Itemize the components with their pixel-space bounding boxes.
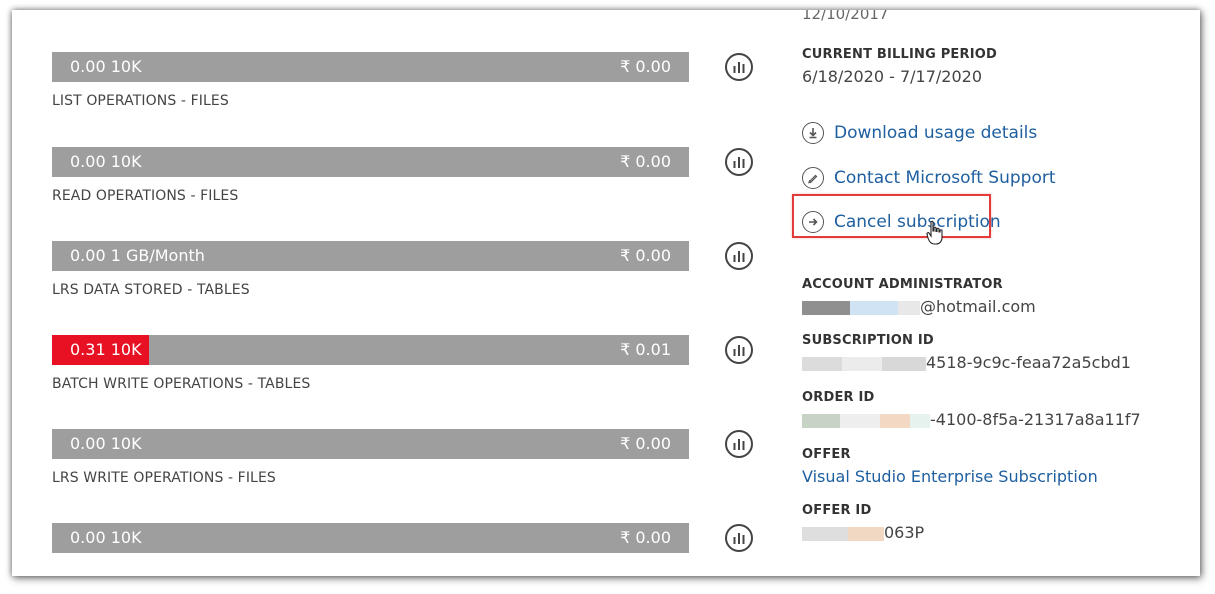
usage-cost: ₹ 0.00 xyxy=(620,152,671,171)
usage-row: 0.00 10K ₹ 0.00 LIST OPERATIONS - FILES xyxy=(52,52,772,122)
order-id-label: ORDER ID xyxy=(802,390,875,405)
subscription-id-label: SUBSCRIPTION ID xyxy=(802,333,934,348)
usage-row: 0.31 10K ₹ 0.01 BATCH WRITE OPERATIONS -… xyxy=(52,335,772,405)
usage-row: 0.00 10K ₹ 0.00 READ OPERATIONS - FILES xyxy=(52,147,772,217)
bar-chart-icon[interactable] xyxy=(725,336,753,364)
bar-chart-icon[interactable] xyxy=(725,242,753,270)
offer-id-label: OFFER ID xyxy=(802,503,872,518)
contact-support-label[interactable]: Contact Microsoft Support xyxy=(834,166,1056,190)
usage-amount: 0.31 10K xyxy=(70,340,142,359)
usage-amount: 0.00 10K xyxy=(70,528,142,547)
redaction-block xyxy=(802,356,842,371)
redaction-block xyxy=(802,300,850,315)
usage-list: 0.00 10K ₹ 0.00 LIST OPERATIONS - FILES … xyxy=(12,10,772,576)
usage-amount: 0.00 10K xyxy=(70,57,142,76)
account-admin-visible: @hotmail.com xyxy=(920,297,1036,316)
bar-chart-icon[interactable] xyxy=(725,524,753,552)
usage-amount: 0.00 10K xyxy=(70,152,142,171)
order-id-value: -4100-8f5a-21317a8a11f7 xyxy=(802,410,1141,429)
redaction-block xyxy=(850,300,898,315)
usage-label: LRS WRITE OPERATIONS - FILES xyxy=(52,470,276,486)
top-partial-date: 12/10/2017 xyxy=(802,10,889,23)
redaction-block xyxy=(882,356,926,371)
redaction-block xyxy=(842,356,882,371)
bar-chart-icon[interactable] xyxy=(725,53,753,81)
account-admin-value: @hotmail.com xyxy=(802,297,1036,316)
download-usage-label[interactable]: Download usage details xyxy=(834,121,1037,145)
offer-label: OFFER xyxy=(802,447,851,462)
subscription-id-visible: 4518-9c9c-feaa72a5cbd1 xyxy=(926,353,1131,372)
usage-bar: 0.00 10K ₹ 0.00 xyxy=(52,147,689,177)
usage-row: 0.00 10K ₹ 0.00 LRS WRITE OPERATIONS - F… xyxy=(52,429,772,499)
bar-chart-icon[interactable] xyxy=(725,148,753,176)
redaction-block xyxy=(848,526,884,541)
usage-row: 0.00 10K ₹ 0.00 xyxy=(52,523,772,576)
billing-period-label: CURRENT BILLING PERIOD xyxy=(802,47,997,62)
usage-cost: ₹ 0.00 xyxy=(620,246,671,265)
usage-bar: 0.31 10K ₹ 0.01 xyxy=(52,335,689,365)
pencil-icon xyxy=(802,167,824,189)
redaction-block xyxy=(880,413,910,428)
usage-label: READ OPERATIONS - FILES xyxy=(52,188,239,204)
hand-pointer-icon xyxy=(926,220,943,245)
subscription-details: 12/10/2017 CURRENT BILLING PERIOD 6/18/2… xyxy=(792,10,1192,576)
order-id-visible: -4100-8f5a-21317a8a11f7 xyxy=(930,410,1141,429)
billing-period-value: 6/18/2020 - 7/17/2020 xyxy=(802,67,983,86)
usage-label: LIST OPERATIONS - FILES xyxy=(52,93,229,109)
cancel-highlight-box xyxy=(792,194,991,238)
usage-bar: 0.00 1 GB/Month ₹ 0.00 xyxy=(52,241,689,271)
bar-chart-icon[interactable] xyxy=(725,430,753,458)
usage-bar: 0.00 10K ₹ 0.00 xyxy=(52,429,689,459)
usage-amount: 0.00 1 GB/Month xyxy=(70,246,205,265)
redaction-block xyxy=(840,413,880,428)
usage-cost: ₹ 0.00 xyxy=(620,57,671,76)
redaction-block xyxy=(898,300,920,315)
redaction-block xyxy=(910,413,930,428)
billing-panel: 0.00 10K ₹ 0.00 LIST OPERATIONS - FILES … xyxy=(12,10,1200,576)
offer-value[interactable]: Visual Studio Enterprise Subscription xyxy=(802,467,1098,486)
download-icon xyxy=(802,122,824,144)
offer-id-visible: 063P xyxy=(884,523,925,542)
redaction-block xyxy=(802,413,840,428)
usage-cost: ₹ 0.01 xyxy=(620,340,671,359)
usage-bar: 0.00 10K ₹ 0.00 xyxy=(52,523,689,553)
account-admin-label: ACCOUNT ADMINISTRATOR xyxy=(802,277,1003,292)
usage-bar: 0.00 10K ₹ 0.00 xyxy=(52,52,689,82)
usage-label: BATCH WRITE OPERATIONS - TABLES xyxy=(52,376,311,392)
usage-cost: ₹ 0.00 xyxy=(620,528,671,547)
usage-amount: 0.00 10K xyxy=(70,434,142,453)
usage-cost: ₹ 0.00 xyxy=(620,434,671,453)
redaction-block xyxy=(802,526,848,541)
subscription-id-value: 4518-9c9c-feaa72a5cbd1 xyxy=(802,353,1131,372)
usage-row: 0.00 1 GB/Month ₹ 0.00 LRS DATA STORED -… xyxy=(52,241,772,311)
usage-label: LRS DATA STORED - TABLES xyxy=(52,282,250,298)
offer-id-value: 063P xyxy=(802,523,924,542)
